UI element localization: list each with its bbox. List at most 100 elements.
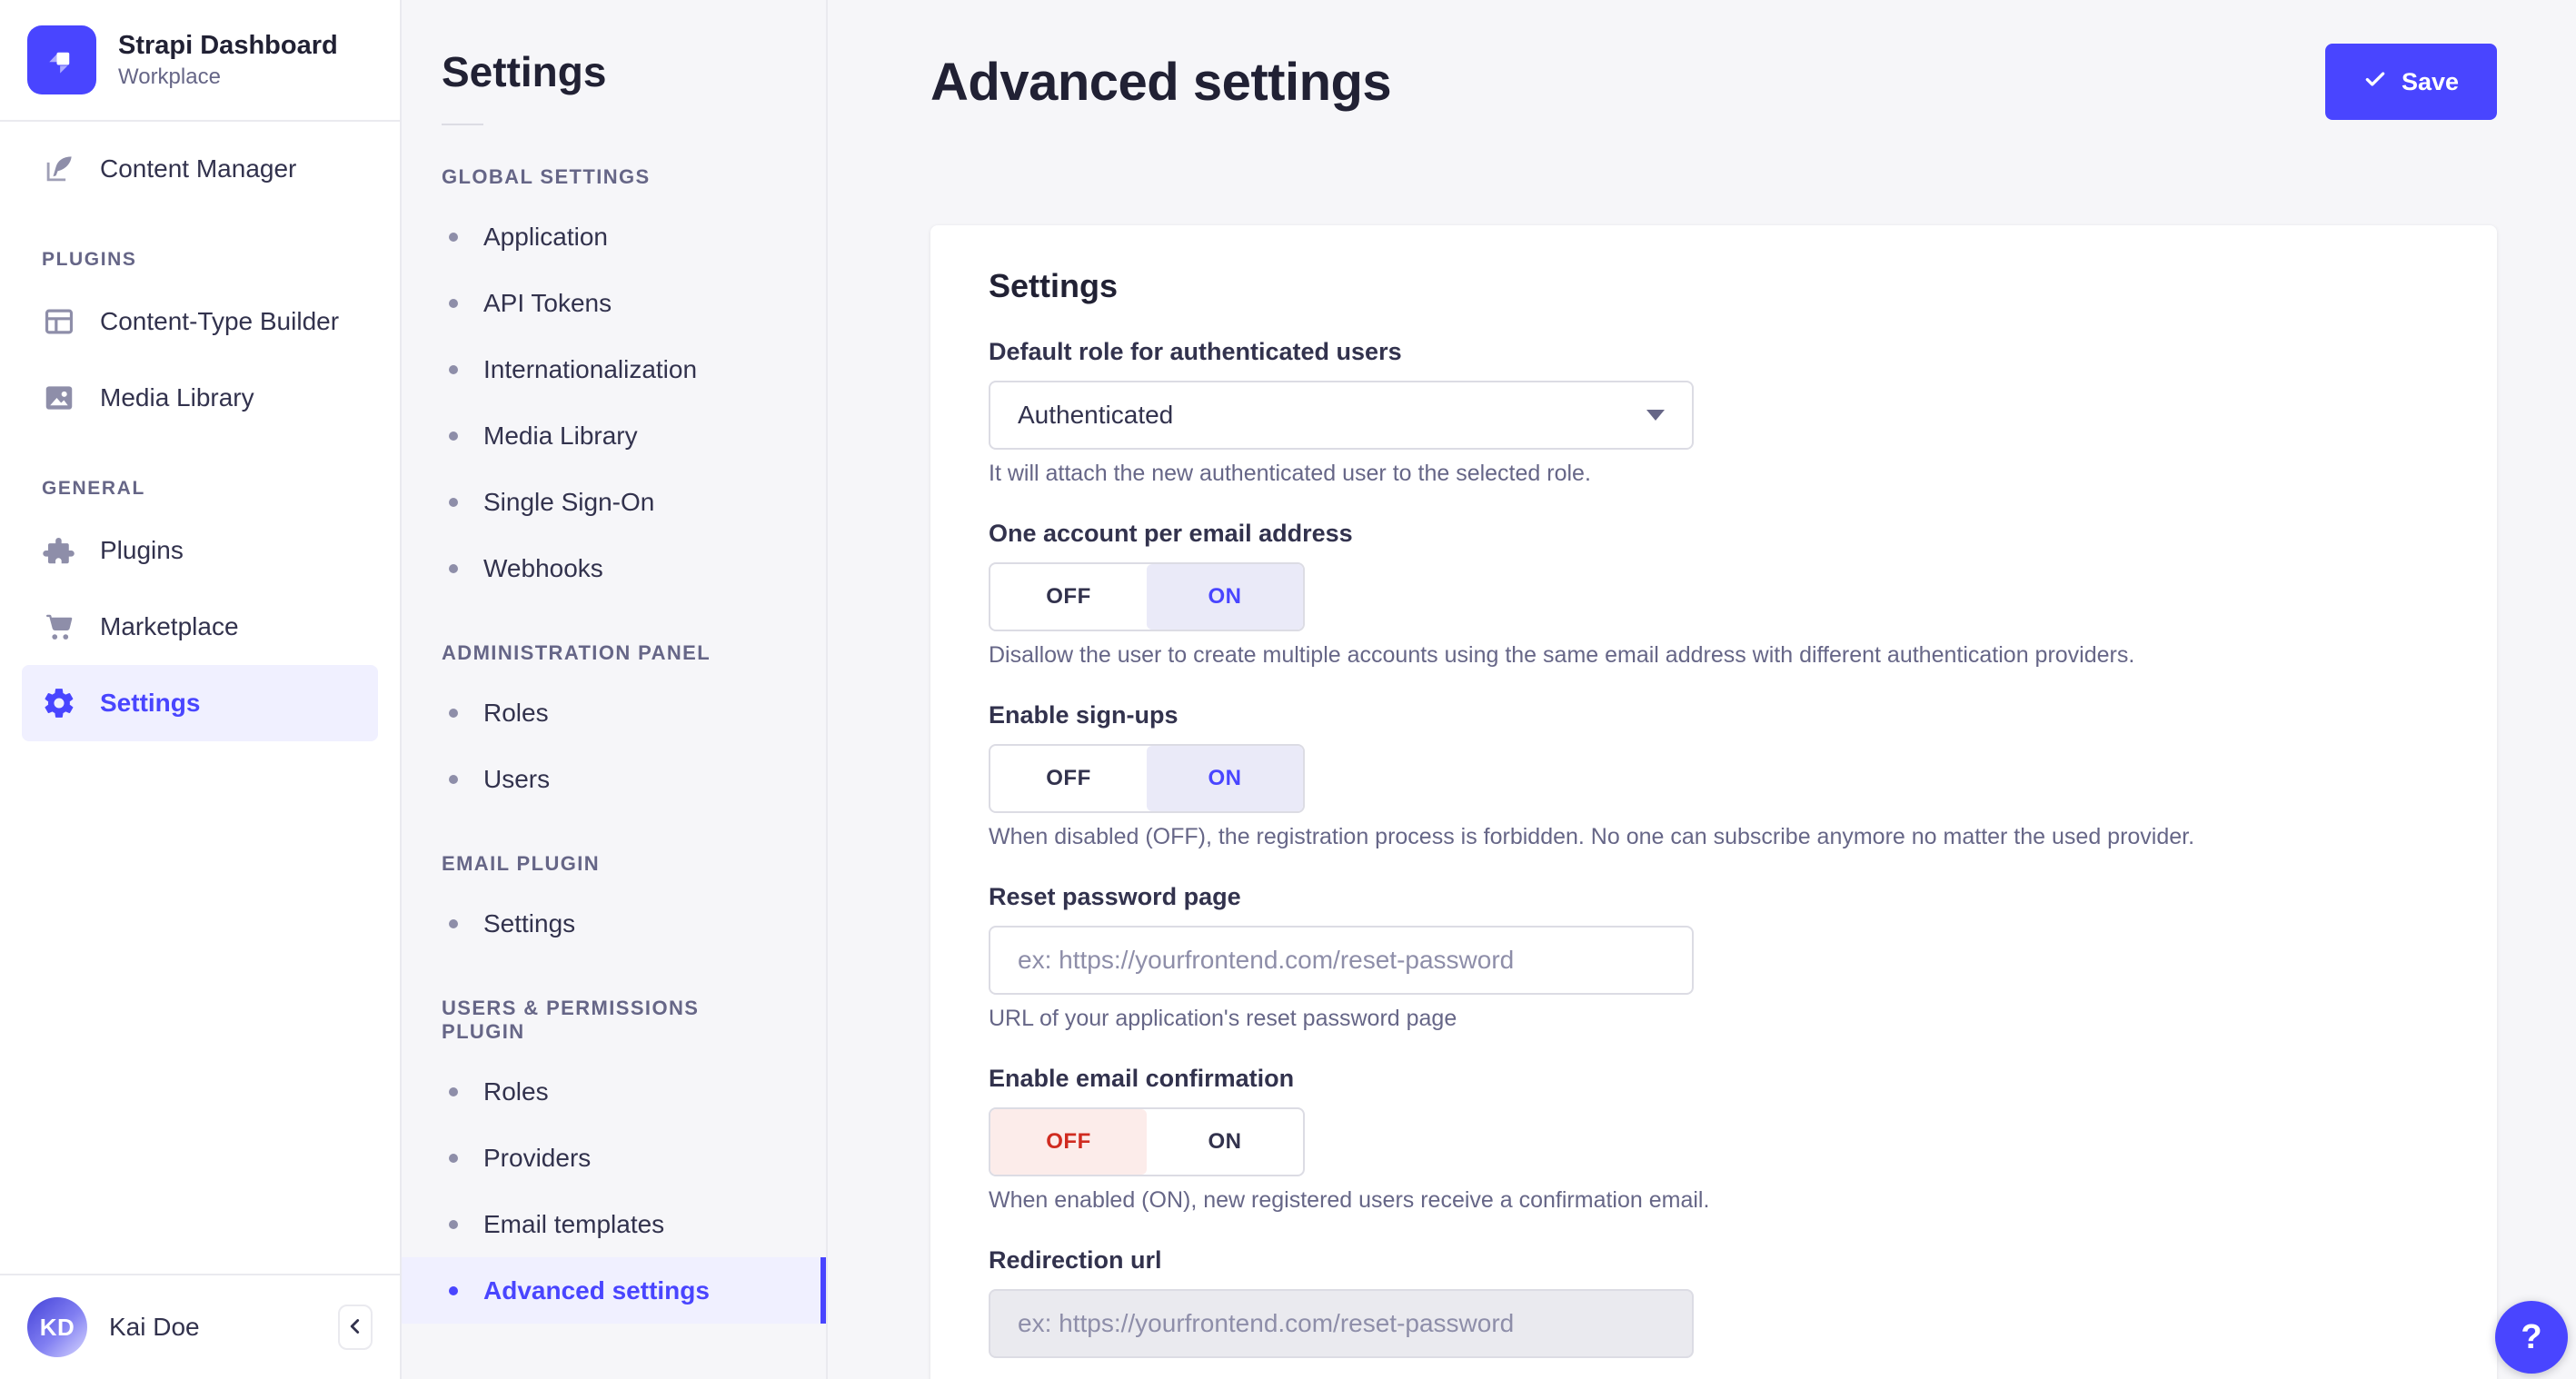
select-value: Authenticated — [1018, 401, 1174, 429]
toggle-on-option[interactable]: ON — [1147, 1109, 1303, 1175]
subnav-item-label: Roles — [483, 698, 549, 727]
bullet-icon — [449, 1153, 458, 1163]
toggle-on-option[interactable]: ON — [1147, 564, 1303, 630]
subnav-item-application[interactable]: Application — [402, 203, 826, 270]
subnav-item-advanced-settings[interactable]: Advanced settings — [402, 1257, 826, 1324]
bullet-icon — [449, 431, 458, 441]
field-reset-password-page: Reset password page URL of your applicat… — [989, 883, 2439, 1032]
sidebar-section-general: GENERAL — [42, 478, 145, 499]
app-title: Strapi Dashboard — [118, 31, 338, 61]
subnav-item-up-roles[interactable]: Roles — [402, 1058, 826, 1125]
collapse-sidebar-button[interactable] — [338, 1305, 373, 1350]
save-button[interactable]: Save — [2324, 44, 2497, 120]
subnav-section-email-plugin: EMAIL PLUGIN Settings — [402, 852, 826, 957]
subnav-item-label: Providers — [483, 1143, 592, 1172]
field-default-role: Default role for authenticated users Aut… — [989, 338, 2439, 487]
sidebar-item-label: Marketplace — [100, 612, 239, 640]
field-hint: When disabled (OFF), the registration pr… — [989, 824, 2195, 849]
subnav-item-label: Application — [483, 222, 608, 251]
sidebar-item-label: Content-Type Builder — [100, 307, 340, 335]
user-name: Kai Doe — [109, 1313, 200, 1341]
bullet-icon — [449, 708, 458, 718]
cart-icon — [42, 610, 76, 644]
subnav-item-api-tokens[interactable]: API Tokens — [402, 270, 826, 336]
subnav-item-admin-users[interactable]: Users — [402, 746, 826, 812]
gear-icon — [42, 686, 76, 720]
toggle-on-option[interactable]: ON — [1147, 746, 1303, 811]
bullet-icon — [449, 232, 458, 242]
field-label: One account per email address — [989, 520, 1353, 547]
subnav-item-label: API Tokens — [483, 288, 612, 317]
bullet-icon — [449, 1086, 458, 1096]
subnav-section-users-permissions: USERS & PERMISSIONS PLUGIN Roles Provide… — [402, 997, 826, 1324]
subnav-item-label: Internationalization — [483, 354, 698, 383]
puzzle-icon — [42, 533, 76, 568]
sidebar-section-plugins: PLUGINS — [42, 249, 137, 270]
subnav-item-up-email-templates[interactable]: Email templates — [402, 1191, 826, 1257]
workspace-brand[interactable]: Strapi Dashboard Workplace — [0, 0, 400, 120]
sidebar-item-plugins[interactable]: Plugins — [22, 512, 378, 589]
field-one-account-per-email: One account per email address OFF ON Dis… — [989, 520, 2439, 669]
sidebar-item-settings[interactable]: Settings — [22, 665, 378, 741]
redirection-url-input — [989, 1289, 1694, 1358]
strapi-logo-icon — [27, 25, 96, 94]
main-content: Advanced settings Save Settings Default … — [828, 0, 2576, 1379]
reset-password-page-input[interactable] — [989, 926, 1694, 995]
subnav-item-label: Users — [483, 764, 551, 793]
settings-subnav: Settings GLOBAL SETTINGS Application API… — [402, 0, 828, 1379]
enable-email-confirmation-toggle: OFF ON — [989, 1107, 1305, 1176]
bullet-icon — [449, 1219, 458, 1229]
bullet-icon — [449, 1285, 458, 1295]
question-mark-icon: ? — [2521, 1317, 2542, 1356]
one-account-per-email-toggle: OFF ON — [989, 562, 1305, 631]
sidebar-item-content-type-builder[interactable]: Content-Type Builder — [22, 283, 378, 360]
field-label: Enable email confirmation — [989, 1065, 1295, 1092]
subnav-item-email-settings[interactable]: Settings — [402, 890, 826, 957]
chevron-left-icon — [343, 1315, 367, 1341]
layout-grid-icon — [42, 304, 76, 339]
page-title: Advanced settings — [930, 52, 1392, 112]
sidebar-item-marketplace[interactable]: Marketplace — [22, 589, 378, 665]
panel-title: Settings — [989, 267, 1119, 304]
toggle-off-option[interactable]: OFF — [990, 564, 1147, 630]
subnav-section-label: EMAIL PLUGIN — [442, 852, 601, 875]
sidebar-item-label: Settings — [100, 689, 201, 717]
help-button[interactable]: ? — [2495, 1301, 2568, 1374]
field-hint: URL of your application's reset password… — [989, 1006, 1457, 1031]
subnav-section-administration-panel: ADMINISTRATION PANEL Roles Users — [402, 641, 826, 812]
page-header: Advanced settings Save — [930, 44, 2497, 120]
bullet-icon — [449, 774, 458, 784]
subnav-item-webhooks[interactable]: Webhooks — [402, 535, 826, 601]
subnav-item-internationalization[interactable]: Internationalization — [402, 336, 826, 402]
toggle-off-option[interactable]: OFF — [990, 746, 1147, 811]
main-sidebar: Strapi Dashboard Workplace Content Manag… — [0, 0, 402, 1379]
bullet-icon — [449, 563, 458, 573]
bullet-icon — [449, 918, 458, 928]
subnav-item-media-library[interactable]: Media Library — [402, 402, 826, 469]
subnav-item-label: Webhooks — [483, 553, 603, 582]
bullet-icon — [449, 364, 458, 374]
field-label: Enable sign-ups — [989, 701, 1179, 729]
chevron-down-icon — [1646, 410, 1665, 421]
subnav-section-label: ADMINISTRATION PANEL — [442, 641, 711, 664]
sidebar-nav: Content Manager PLUGINS Content-Type Bui… — [0, 122, 400, 750]
settings-panel: Settings Default role for authenticated … — [930, 225, 2497, 1379]
field-hint: When enabled (ON), new registered users … — [989, 1187, 1710, 1213]
subnav-section-label: GLOBAL SETTINGS — [442, 165, 651, 188]
field-label: Redirection url — [989, 1246, 1162, 1274]
subnav-item-single-sign-on[interactable]: Single Sign-On — [402, 469, 826, 535]
subnav-item-label: Single Sign-On — [483, 487, 655, 516]
avatar[interactable]: KD — [27, 1297, 87, 1357]
toggle-off-option[interactable]: OFF — [990, 1109, 1147, 1175]
default-role-select[interactable]: Authenticated — [989, 381, 1694, 450]
sidebar-item-media-library[interactable]: Media Library — [22, 360, 378, 436]
sidebar-item-content-manager[interactable]: Content Manager — [22, 131, 378, 207]
subnav-item-admin-roles[interactable]: Roles — [402, 680, 826, 746]
subnav-item-label: Roles — [483, 1076, 549, 1106]
subnav-item-up-providers[interactable]: Providers — [402, 1125, 826, 1191]
sidebar-item-label: Content Manager — [100, 154, 297, 183]
enable-sign-ups-toggle: OFF ON — [989, 744, 1305, 813]
field-redirection-url: Redirection url — [989, 1246, 2439, 1358]
field-label: Reset password page — [989, 883, 1241, 910]
field-hint: It will attach the new authenticated use… — [989, 461, 1591, 486]
